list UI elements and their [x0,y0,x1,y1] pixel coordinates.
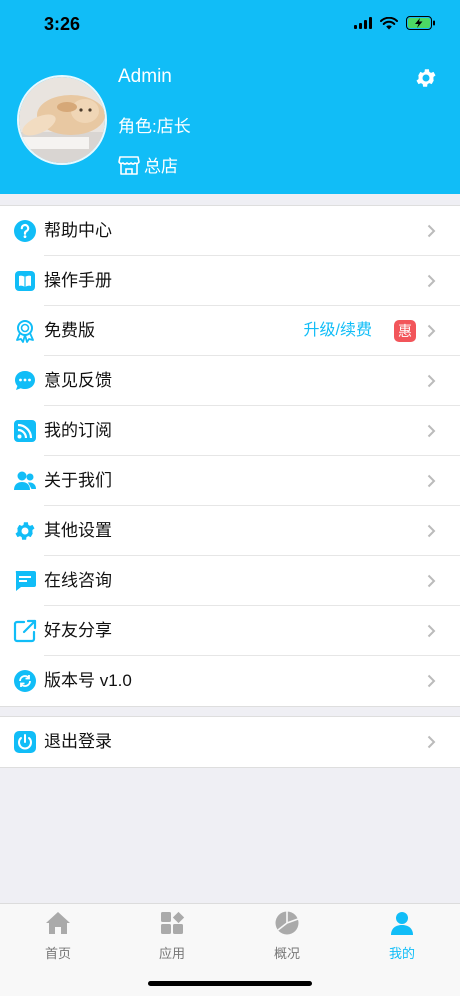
tab-apps[interactable]: 应用 [132,910,212,962]
home-indicator [148,981,312,986]
status-bar: 3:26 [0,0,460,50]
tab-label: 我的 [388,946,415,961]
chevron-right-icon [427,524,436,538]
badge-icon [16,320,34,343]
menu-item-version[interactable]: 版本号 v1.0 [0,656,460,706]
logout-group: 退出登录 [0,716,460,768]
chevron-right-icon [427,735,436,749]
battery-charging-icon [406,16,435,30]
menu-item-help-center[interactable]: 帮助中心 [0,206,460,256]
menu-item-label: 版本号 v1.0 [44,671,132,690]
menu-item-share[interactable]: 好友分享 [0,606,460,656]
upgrade-renew-link[interactable]: 升级/续费 [304,306,372,356]
menu-item-online-consult[interactable]: 在线咨询 [0,556,460,606]
menu-item-feedback[interactable]: 意见反馈 [0,356,460,406]
discount-badge: 惠 [394,320,416,342]
profile-header: 3:26 Admin 角色:店长 总店 [0,0,460,194]
chevron-right-icon [427,374,436,388]
refresh-icon [14,670,36,692]
menu-item-label: 在线咨询 [44,571,112,590]
status-icons [354,16,436,30]
menu-item-label: 其他设置 [44,521,112,540]
settings-gear-icon[interactable] [414,66,438,90]
logout-button[interactable]: 退出登录 [0,717,460,767]
menu-item-free-version[interactable]: 免费版 升级/续费 惠 [0,306,460,356]
share-icon [13,619,37,643]
home-icon [46,912,70,934]
status-time: 3:26 [44,14,81,34]
about-us-icon [14,471,36,490]
rss-icon [14,420,36,442]
menu-item-about-us[interactable]: 关于我们 [0,456,460,506]
chevron-right-icon [427,424,436,438]
store-icon [118,155,140,175]
tab-home[interactable]: 首页 [18,910,98,962]
store-selector[interactable]: 总店 [118,152,178,177]
apps-icon [161,911,185,934]
username: Admin [118,66,172,87]
avatar-cat-image [19,77,105,163]
tab-label: 应用 [158,946,185,961]
menu-item-label: 意见反馈 [44,371,112,390]
menu-item-label: 免费版 [44,321,95,340]
chevron-right-icon [427,274,436,288]
menu-list: 帮助中心 操作手册 免费版 升级/续费 惠 意见反馈 我的订阅 关于我们 其他设… [0,205,460,707]
menu-item-label: 我的订阅 [44,421,112,440]
chevron-right-icon [427,474,436,488]
menu-item-label: 操作手册 [44,271,112,290]
menu-item-subscription[interactable]: 我的订阅 [0,406,460,456]
logout-label: 退出登录 [44,732,112,751]
chevron-right-icon [427,224,436,238]
user-role: 角色:店长 [118,117,191,136]
settings-icon [15,522,35,540]
chevron-right-icon [427,674,436,688]
tab-overview[interactable]: 概况 [247,910,327,962]
menu-item-label: 好友分享 [44,621,112,640]
pie-chart-icon [275,911,299,935]
tab-mine[interactable]: 我的 [362,910,442,962]
user-icon [391,912,413,935]
tab-label: 概况 [273,946,300,961]
tab-label: 首页 [44,946,71,961]
wifi-icon [380,16,398,29]
feedback-icon [15,371,35,390]
menu-item-manual[interactable]: 操作手册 [0,256,460,306]
menu-item-label: 帮助中心 [44,221,112,240]
avatar[interactable] [17,75,107,165]
power-icon [14,731,36,753]
chevron-right-icon [427,324,436,338]
menu-item-label: 关于我们 [44,471,112,490]
menu-item-other-settings[interactable]: 其他设置 [0,506,460,556]
store-name: 总店 [144,157,178,176]
chat-icon [15,571,36,591]
help-icon [14,220,36,242]
chevron-right-icon [427,574,436,588]
signal-icon [354,17,372,29]
manual-icon [15,271,35,291]
chevron-right-icon [427,624,436,638]
